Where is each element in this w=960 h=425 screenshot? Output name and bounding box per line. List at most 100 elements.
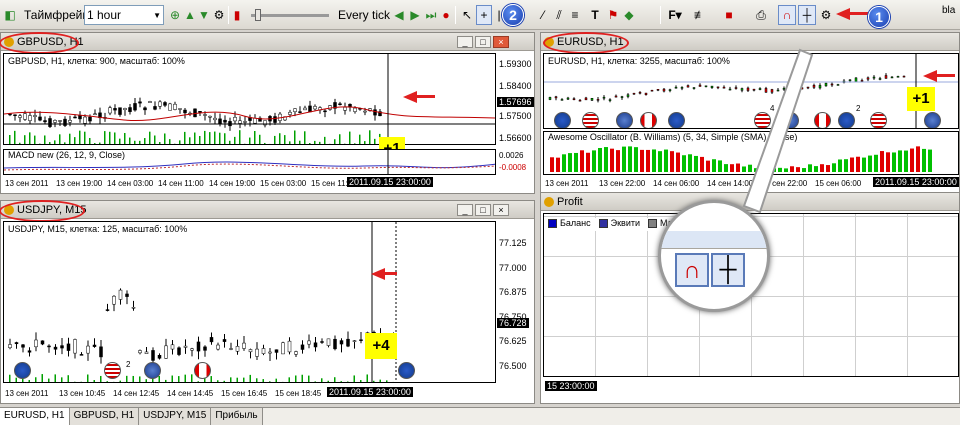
macd-panel[interactable]: MACD new (26, 12, 9, Close) — [3, 149, 496, 175]
maximize-button[interactable]: □ — [475, 204, 491, 216]
legend-swatch — [648, 218, 658, 228]
new-chart-icon[interactable]: ◧ — [2, 5, 18, 25]
ao-bar — [598, 148, 602, 172]
tab-0[interactable]: EURUSD, H1 — [0, 408, 70, 425]
currency-flag-icon[interactable] — [814, 112, 831, 128]
color-icon[interactable]: ■ — [720, 5, 738, 25]
usdjpy-chart[interactable]: USDJPY, M15, клетка: 125, масштаб: 100% … — [3, 221, 496, 383]
volume-bar — [299, 140, 301, 144]
tab-2[interactable]: USDJPY, M15 — [139, 408, 212, 425]
close-button[interactable]: × — [493, 36, 509, 48]
text-icon[interactable]: T — [588, 5, 602, 25]
minimize-button[interactable]: _ — [457, 204, 473, 216]
settings-icon[interactable]: ⚙ — [212, 5, 226, 25]
ao-bar — [676, 152, 680, 172]
candle-body — [222, 339, 227, 342]
candle-body — [313, 342, 318, 348]
candle-body — [668, 89, 672, 91]
currency-flag-icon[interactable] — [194, 362, 211, 379]
speed-slider[interactable] — [250, 5, 330, 25]
currency-flag-icon[interactable] — [144, 362, 161, 379]
candle-body — [782, 88, 786, 90]
fast-forward-icon[interactable]: ⏭ — [424, 5, 438, 25]
volume-bar — [134, 140, 136, 144]
candle-body — [238, 120, 242, 124]
function-icon[interactable]: F▾ — [666, 5, 684, 25]
candle-body — [208, 115, 212, 118]
fibonacci-icon[interactable]: ≡ — [568, 5, 582, 25]
candle-body — [632, 92, 636, 95]
magnet-icon[interactable]: ∩ — [778, 5, 796, 25]
ao-bar — [844, 159, 848, 172]
usdjpy-cursor-time: 2011.09.15 23:00:00 — [327, 387, 413, 397]
print-icon[interactable]: ⎙ — [752, 5, 770, 25]
close-button[interactable]: × — [493, 204, 509, 216]
currency-flag-icon[interactable] — [582, 112, 599, 128]
step-forward-icon[interactable]: ▶ — [408, 5, 422, 25]
candle-body — [572, 98, 576, 101]
annotation-arrow-1-shaft — [848, 12, 868, 15]
arrow-up-icon[interactable]: ▲ — [184, 5, 196, 25]
candle-body — [92, 344, 97, 347]
ao-panel[interactable]: Awesome Oscillator (B. Williams) (5, 34,… — [543, 131, 959, 175]
candle-body — [578, 99, 582, 102]
tab-1[interactable]: GBPUSD, H1 — [69, 408, 140, 425]
arrow-down-icon[interactable]: ▼ — [198, 5, 210, 25]
currency-flag-icon[interactable] — [754, 112, 771, 128]
timeframe-select[interactable]: 1 hour ▼ — [84, 5, 164, 25]
tab-3[interactable]: Прибыль — [211, 408, 263, 425]
maximize-button[interactable]: □ — [475, 36, 491, 48]
currency-flag-icon[interactable] — [668, 112, 685, 128]
volume-bar — [229, 140, 231, 144]
step-back-icon[interactable]: ◀ — [392, 5, 406, 25]
record-icon[interactable]: ● — [440, 5, 452, 25]
sync-crosshair-icon[interactable]: ┼ — [798, 5, 816, 25]
cursor-icon[interactable]: ↖ — [460, 5, 474, 25]
trendline-icon[interactable]: ⁄ — [536, 5, 550, 25]
currency-flag-icon[interactable] — [398, 362, 415, 379]
currency-flag-icon[interactable] — [616, 112, 633, 128]
price-label: 77.125 — [499, 238, 527, 248]
price-label: 76.500 — [499, 360, 527, 371]
gbpusd-chart[interactable]: GBPUSD, H1, клетка: 900, масштаб: 100% — [3, 53, 496, 145]
price-label: 76.875 — [499, 287, 527, 297]
volume-bar — [139, 376, 141, 382]
currency-flag-icon[interactable] — [924, 112, 941, 128]
eurusd-window: EURUSD, H1 EURUSD, H1, клетка: 3255, мас… — [540, 32, 960, 194]
candle-body — [680, 87, 684, 89]
currency-flag-icon[interactable] — [14, 362, 31, 379]
eurusd-chart[interactable]: EURUSD, H1, клетка: 3255, масштаб: 100% … — [543, 53, 959, 129]
stop-icon[interactable]: ▮ — [232, 5, 242, 25]
ao-bar — [658, 151, 662, 172]
macd-lines — [4, 150, 495, 174]
currency-flag-icon[interactable] — [554, 112, 571, 128]
label-icon[interactable]: ⚑ — [606, 5, 620, 25]
date-label: 13 сен 19:00 — [56, 179, 103, 188]
gridlines-icon[interactable]: ≢ — [692, 5, 708, 25]
ao-bar — [730, 164, 734, 172]
title-highlight-oval — [0, 200, 85, 222]
minimize-button[interactable]: _ — [457, 36, 473, 48]
currency-flag-icon[interactable] — [104, 362, 121, 379]
zoom-in-icon[interactable]: ⊕ — [168, 5, 182, 25]
volume-bar — [369, 130, 371, 144]
date-label: 15 сен 18:45 — [275, 389, 322, 398]
sync-settings-icon[interactable]: ⚙ — [818, 5, 834, 25]
profit-titlebar[interactable]: Profit — [541, 193, 959, 211]
volume-bar — [41, 374, 43, 382]
volume-bar — [84, 131, 86, 144]
currency-flag-icon[interactable] — [838, 112, 855, 128]
channel-icon[interactable]: ⫽ — [552, 5, 566, 25]
candle-body — [307, 340, 311, 345]
gbpusd-titlebar[interactable]: GBPUSD, H1 — [1, 33, 534, 51]
ao-bar — [886, 152, 890, 172]
candle-body — [99, 346, 103, 358]
shapes-icon[interactable]: ◆ — [622, 5, 636, 25]
currency-flag-icon[interactable] — [640, 112, 657, 128]
candle-body — [363, 110, 367, 113]
currency-flag-icon[interactable] — [870, 112, 887, 128]
ao-bar — [802, 168, 806, 172]
currency-flag-icon[interactable] — [782, 112, 799, 128]
tick-mode-select[interactable]: Every tick — [338, 5, 390, 25]
crosshair-icon[interactable]: + — [476, 5, 492, 25]
